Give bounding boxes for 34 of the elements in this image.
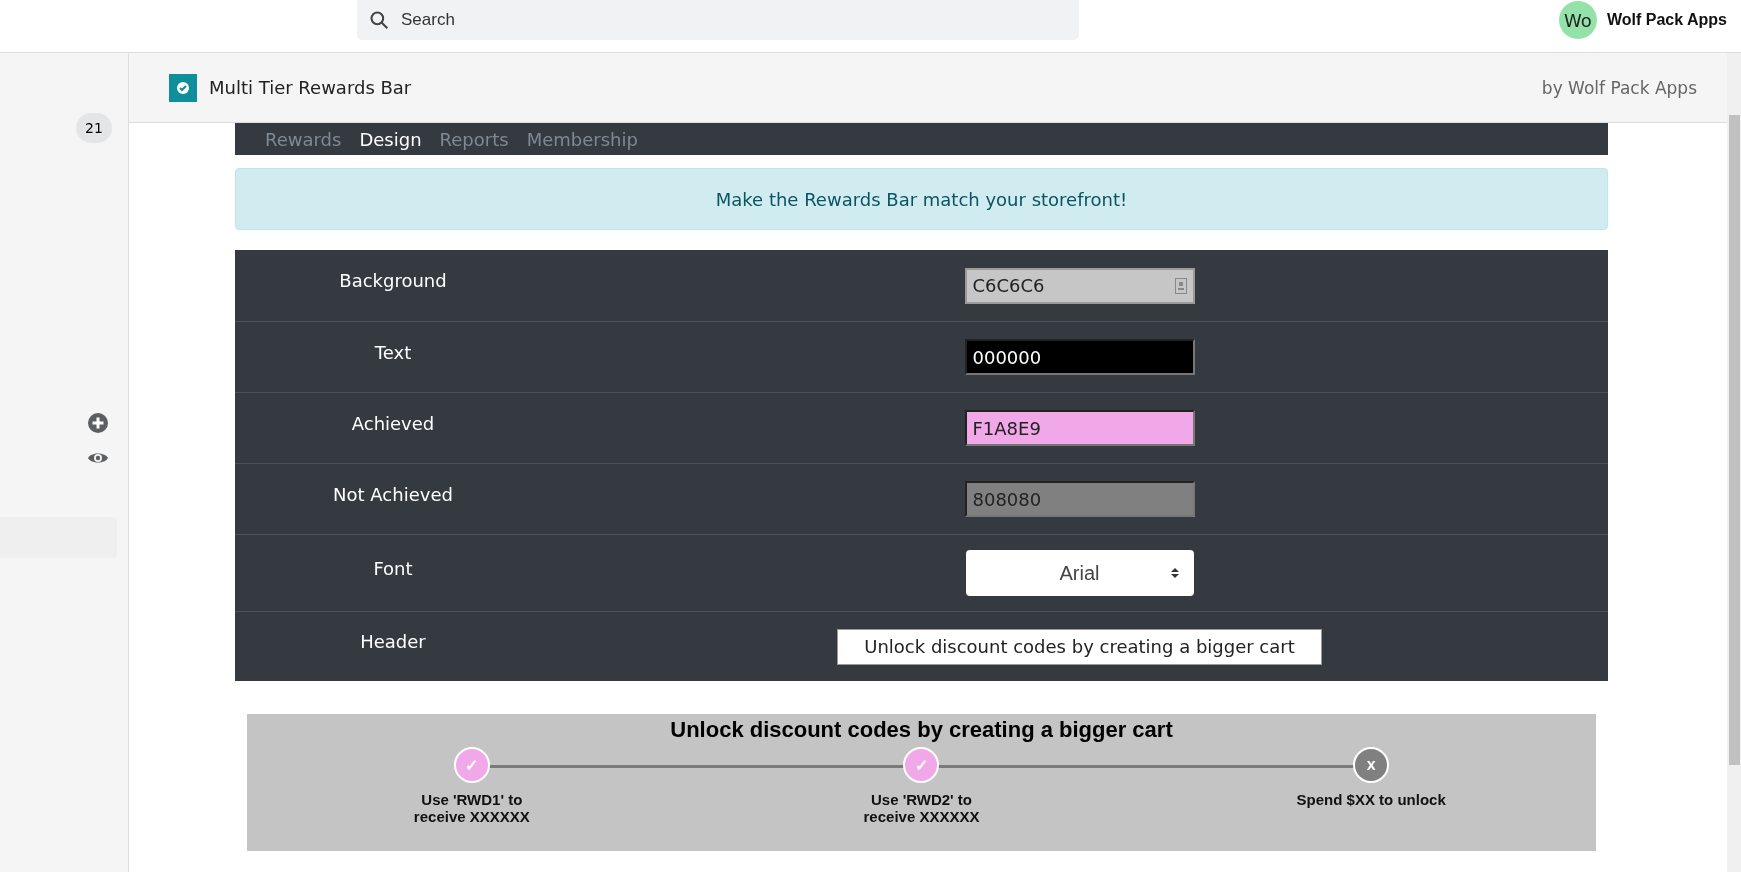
color-field[interactable]: C6C6C6 — [964, 267, 1195, 304]
setting-label: Header — [359, 631, 427, 652]
setting-label: Not Achieved — [332, 483, 454, 505]
tab[interactable]: Design — [359, 128, 422, 150]
setting-label: Text — [373, 341, 413, 363]
avatar[interactable]: Wo — [1558, 1, 1597, 39]
search-icon — [369, 10, 389, 30]
setting-label: Achieved — [350, 412, 436, 434]
step-label: Use 'RWD1' to receive XXXXXX — [412, 791, 531, 825]
caret-icon — [1169, 567, 1180, 579]
account-name: Wolf Pack Apps — [1606, 11, 1727, 29]
color-field[interactable]: 000000 — [964, 339, 1195, 375]
add-icon[interactable] — [88, 413, 108, 433]
setting-label: Font — [372, 557, 414, 579]
app-title: Multi Tier Rewards Bar — [209, 77, 412, 98]
app-byline: by Wolf Pack Apps — [1541, 77, 1697, 98]
font-select[interactable]: Arial — [965, 550, 1194, 596]
step-marker: ✓ — [453, 747, 490, 783]
eye-icon[interactable] — [88, 451, 108, 465]
picker-icon — [1174, 277, 1187, 294]
search-input[interactable]: Search — [399, 9, 1079, 31]
color-field[interactable]: 808080 — [964, 481, 1195, 517]
app-logo-icon — [169, 73, 197, 102]
step-label: Spend $XX to unlock — [1296, 791, 1447, 808]
header-field[interactable]: Unlock discount codes by creating a bigger cart — [837, 628, 1322, 665]
step-label: Use 'RWD2' to receive XXXXXX — [862, 791, 981, 825]
count-badge: 21 — [76, 113, 112, 143]
color-field[interactable]: F1A8E9 — [964, 410, 1195, 446]
info-alert: Make the Rewards Bar match your storefront! — [235, 168, 1608, 230]
step-marker: x — [1353, 747, 1390, 783]
setting-label: Background — [338, 270, 448, 291]
search-field[interactable]: Search — [357, 0, 1079, 40]
step-marker: ✓ — [903, 747, 940, 783]
preview-title: Unlock discount codes by creating a bigger cart — [670, 717, 1173, 743]
